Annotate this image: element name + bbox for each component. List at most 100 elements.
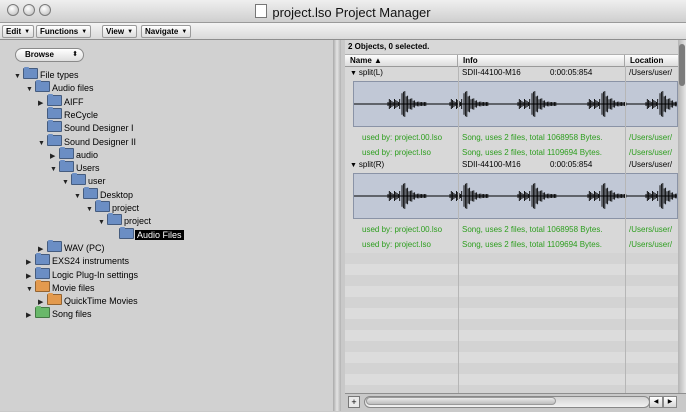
view-menu[interactable]: View ▼: [102, 25, 138, 38]
tree-item[interactable]: ▼ Movie files: [26, 279, 95, 296]
empty-row: [345, 374, 678, 385]
usage-info: Song, uses 2 files, total 1068958 Bytes.: [462, 225, 603, 234]
vertical-scroll-thumb[interactable]: [679, 44, 685, 86]
tree-item[interactable]: ▼ File types: [14, 67, 79, 83]
pane-splitter[interactable]: [333, 40, 341, 411]
column-divider: [625, 66, 626, 393]
disclosure-open-icon[interactable]: ▼: [38, 138, 47, 150]
object-duration: 0:00:05:854: [550, 160, 593, 169]
chevron-down-icon: ▼: [81, 29, 88, 35]
object-row[interactable]: ▼ split(R) SDII-44100-M16 0:00:05:854/User…: [345, 159, 678, 170]
tree-item[interactable]: ▶ Logic Plug-In settings: [26, 266, 138, 280]
disclosure-open-icon[interactable]: ▼: [50, 164, 59, 176]
document-icon: [255, 4, 268, 18]
object-name: ▼ split(R): [350, 159, 458, 171]
window-title: project.lso Project Manager: [0, 4, 686, 20]
disclosure-open-icon[interactable]: ▼: [74, 191, 83, 203]
folder-icon: [71, 173, 86, 186]
object-row[interactable]: ▼ split(L) SDII-44100-M16 0:00:05:854/User…: [345, 67, 678, 78]
tree-item-label: Users: [76, 163, 100, 174]
object-format: SDII-44100-M16: [462, 160, 521, 169]
folder-icon: [59, 160, 74, 173]
scroll-right-icon[interactable]: ▶: [663, 396, 677, 408]
empty-row: [345, 319, 678, 330]
edit-menu[interactable]: Edit ▼: [2, 25, 35, 38]
tree-item-label: Desktop: [100, 189, 134, 200]
vertical-scrollbar[interactable]: [678, 40, 686, 411]
scroll-left-icon[interactable]: ◀: [649, 396, 663, 408]
tree-item[interactable]: ▼ Sound Designer II: [38, 133, 137, 150]
folder-icon: [47, 106, 62, 119]
folder-icon: [59, 146, 74, 159]
column-info[interactable]: Info: [458, 55, 625, 66]
usage-row[interactable]: used by: project.00.lso Song, uses 2 file…: [345, 132, 678, 143]
tree-item-label: ReCycle: [64, 109, 99, 120]
used-by-label: used by: project.lso: [362, 148, 431, 157]
navigate-menu[interactable]: Navigate ▼: [141, 25, 192, 38]
tree-item[interactable]: ▶ WAV (PC): [38, 239, 105, 253]
tree-item[interactable]: ReCycle: [38, 106, 99, 120]
folder-icon: [83, 186, 98, 199]
usage-info: Song, uses 2 files, total 1109694 Bytes.: [462, 148, 602, 157]
usage-location: /Users/user/: [629, 133, 673, 142]
chevron-down-icon: ▼: [181, 29, 188, 35]
disclosure-open-icon[interactable]: ▼: [86, 204, 95, 216]
disclosure-open-icon[interactable]: ▼: [26, 84, 35, 96]
tree-item[interactable]: ▼ project: [86, 200, 140, 216]
browse-popup[interactable]: Browse ⬍: [15, 48, 84, 62]
tree-item[interactable]: Audio Files: [110, 226, 184, 240]
tree-item-label: Sound Designer II: [64, 136, 137, 147]
empty-row: [345, 341, 678, 352]
folder-icon: [107, 213, 122, 226]
tree-item-label: Movie files: [52, 282, 95, 293]
disclosure-open-icon[interactable]: ▼: [350, 162, 359, 169]
tree-item[interactable]: Sound Designer I: [38, 120, 134, 134]
tree-item-label: File types: [40, 70, 79, 80]
disclosure-open-icon[interactable]: ▼: [62, 177, 71, 189]
usage-location: /Users/user/: [629, 148, 673, 157]
folder-icon: [35, 266, 50, 279]
folder-icon: [47, 120, 62, 133]
disclosure-open-icon[interactable]: ▼: [350, 70, 359, 77]
disclosure-open-icon[interactable]: ▼: [26, 284, 35, 296]
object-format: SDII-44100-M16: [462, 68, 521, 77]
object-name: ▼ split(L): [350, 67, 458, 79]
disclosure-open-icon[interactable]: ▼: [14, 71, 23, 83]
folder-icon: [47, 93, 62, 106]
local-menu-bar: Edit ▼ Functions ▼ View ▼ Navigate ▼: [0, 23, 686, 40]
tree-item-label: audio: [76, 149, 99, 160]
disclosure-closed-icon[interactable]: ▶: [26, 310, 35, 322]
usage-info: Song, uses 2 files, total 1109694 Bytes.: [462, 240, 602, 249]
tree-item[interactable]: ▼ Audio files: [26, 80, 94, 96]
disclosure-open-icon[interactable]: ▼: [98, 217, 107, 229]
column-name[interactable]: Name ▲: [345, 55, 458, 66]
title-bar: project.lso Project Manager: [0, 0, 686, 23]
object-location: /Users/user/: [629, 160, 673, 169]
folder-icon: [35, 279, 50, 292]
empty-row: [345, 264, 678, 275]
tree-item[interactable]: ▼ Desktop: [74, 186, 134, 203]
column-location[interactable]: Location: [625, 55, 678, 66]
usage-row[interactable]: used by: project.lso Song, uses 2 files, …: [345, 147, 678, 158]
tree-item[interactable]: ▼ user: [62, 173, 106, 189]
usage-row[interactable]: used by: project.lso Song, uses 2 files, …: [345, 239, 678, 250]
functions-menu[interactable]: Functions ▼: [36, 25, 92, 38]
tree-item[interactable]: ▶ QuickTime Movies: [38, 293, 138, 306]
tree-item[interactable]: ▼ Users: [50, 160, 100, 176]
expand-collapse-icon[interactable]: +: [348, 396, 360, 408]
tree-item-label: project: [112, 203, 140, 213]
horizontal-scroll-thumb[interactable]: [366, 397, 556, 405]
tree-item-label: Sound Designer I: [64, 123, 134, 134]
usage-row[interactable]: used by: project.00.lso Song, uses 2 file…: [345, 224, 678, 235]
tree-item[interactable]: ▶ audio: [50, 146, 99, 160]
tree-item[interactable]: ▶ Song files: [26, 306, 92, 322]
used-by-label: used by: project.00.lso: [362, 133, 443, 142]
tree-item-label: user: [88, 176, 106, 187]
usage-location: /Users/user/: [629, 240, 673, 249]
chevron-down-icon: ▼: [24, 29, 31, 35]
tree-item[interactable]: ▶ AIFF: [38, 93, 84, 107]
audio-waveform: [353, 81, 685, 127]
tree-item[interactable]: ▶ EXS24 instruments: [26, 253, 129, 266]
folder-icon: [47, 239, 62, 252]
tree-item[interactable]: ▼ project: [98, 213, 151, 229]
